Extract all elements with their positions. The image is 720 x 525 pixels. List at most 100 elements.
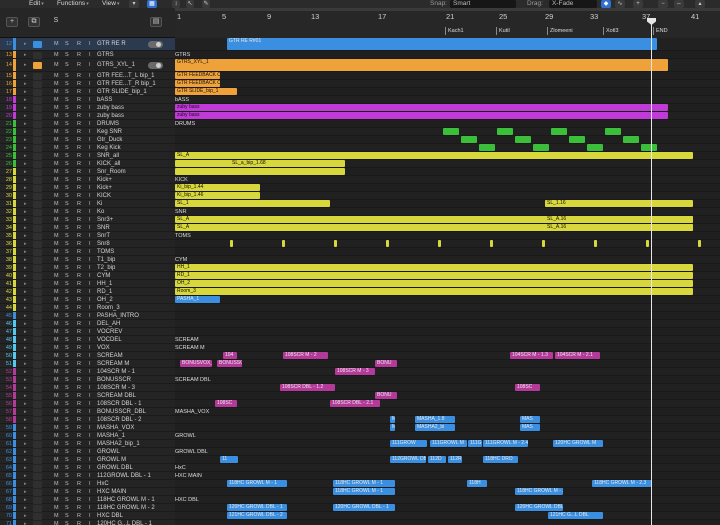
input-monitor-button[interactable]: I	[89, 153, 91, 159]
solo-button[interactable]: S	[65, 185, 69, 191]
mute-button[interactable]: M	[54, 62, 59, 68]
region[interactable]	[542, 240, 545, 247]
track-lane[interactable]	[175, 496, 720, 504]
track-row[interactable]: 45 ▸ M S R I PASHA_INTRO	[0, 312, 175, 320]
disclosure-triangle-icon[interactable]: ▸	[24, 337, 27, 343]
input-monitor-button[interactable]: I	[89, 361, 91, 367]
track-row[interactable]: 44 ▸ M S R I Room_3	[0, 304, 175, 312]
solo-button[interactable]: S	[65, 329, 69, 335]
record-button[interactable]: R	[77, 121, 81, 127]
solo-button[interactable]: S	[65, 409, 69, 415]
track-row[interactable]: 58 ▸ M S R I 108SCR DBL - 2	[0, 416, 175, 424]
region[interactable]: 118HC GROWL M - 2	[515, 488, 563, 495]
mute-button[interactable]: M	[54, 513, 59, 519]
mute-button[interactable]: M	[54, 377, 59, 383]
track-row[interactable]: 48 ▸ M S R I VOCDEL	[0, 336, 175, 344]
solo-button[interactable]: S	[65, 457, 69, 463]
disclosure-triangle-icon[interactable]: ▸	[24, 409, 27, 415]
disclosure-triangle-icon[interactable]: ▸	[24, 449, 27, 455]
input-monitor-button[interactable]: I	[89, 345, 91, 351]
track-row[interactable]: 36 ▸ M S R I Snr8	[0, 240, 175, 248]
track-row[interactable]: 34 ▸ M S R I SNR	[0, 224, 175, 232]
region[interactable]	[461, 136, 477, 143]
region[interactable]	[515, 136, 531, 143]
record-button[interactable]: R	[77, 257, 81, 263]
region[interactable]	[605, 128, 621, 135]
track-lane[interactable]	[175, 320, 720, 328]
mute-button[interactable]: M	[54, 289, 59, 295]
input-monitor-button[interactable]: I	[89, 473, 91, 479]
disclosure-triangle-icon[interactable]: ▸	[24, 161, 27, 167]
disclosure-triangle-icon[interactable]: ▸	[24, 81, 27, 87]
record-button[interactable]: R	[77, 401, 81, 407]
collapse-icon[interactable]: ▴	[695, 0, 705, 8]
disclosure-triangle-icon[interactable]: ▸	[24, 505, 27, 511]
mute-button[interactable]: M	[54, 265, 59, 271]
solo-button[interactable]: S	[65, 385, 69, 391]
record-button[interactable]: R	[77, 497, 81, 503]
disclosure-triangle-icon[interactable]: ▸	[24, 153, 27, 159]
region[interactable]: 118HC DRO	[483, 456, 518, 463]
region[interactable]: GTR FEEDBACK CUT R	[175, 80, 220, 87]
region[interactable]: BONU	[375, 360, 397, 367]
track-row[interactable]: 18 ▸ M S R IbASS	[0, 96, 175, 104]
track-lane[interactable]	[175, 328, 720, 336]
record-button[interactable]: R	[77, 417, 81, 423]
track-row[interactable]: 69 ▸ M S R I 118HC GROWL M - 2	[0, 504, 175, 512]
timeline-ruler[interactable]: 1 5 9 13 17 21 25 29 33 37 41 Kach1 Kuti…	[175, 8, 720, 38]
track-row[interactable]: 47 ▸ M S R I VOCREV	[0, 328, 175, 336]
mute-button[interactable]: M	[54, 273, 59, 279]
disclosure-triangle-icon[interactable]: ▸	[24, 353, 27, 359]
track-row[interactable]: 37 ▸ M S R I TOMS	[0, 248, 175, 256]
record-button[interactable]: R	[77, 185, 81, 191]
catch-button[interactable]: ▾	[129, 0, 139, 8]
mute-button[interactable]: M	[54, 129, 59, 135]
track-row[interactable]: 39 ▸ M S R I T2_bip	[0, 264, 175, 272]
mute-button[interactable]: M	[54, 225, 59, 231]
duplicate-track-button[interactable]: ⧉	[28, 17, 40, 27]
track-lane[interactable]	[175, 352, 720, 360]
track-row[interactable]: 43 ▸ M S R I OH_2	[0, 296, 175, 304]
track-lane[interactable]	[175, 72, 720, 80]
disclosure-triangle-icon[interactable]: ▸	[24, 97, 27, 103]
region[interactable]: MASHA_1.8	[415, 416, 455, 423]
input-monitor-button[interactable]: I	[89, 465, 91, 471]
input-monitor-button[interactable]: I	[89, 265, 91, 271]
disclosure-triangle-icon[interactable]: ▸	[24, 321, 27, 327]
region[interactable]: 108SC	[515, 384, 540, 391]
mute-button[interactable]: M	[54, 521, 59, 525]
record-button[interactable]: R	[77, 217, 81, 223]
input-monitor-button[interactable]: I	[89, 289, 91, 295]
input-monitor-button[interactable]: I	[89, 257, 91, 263]
region[interactable]: SL_A.16	[545, 216, 693, 223]
input-monitor-button[interactable]: I	[89, 433, 91, 439]
record-button[interactable]: R	[77, 233, 81, 239]
input-monitor-button[interactable]: I	[89, 113, 91, 119]
mute-button[interactable]: M	[54, 185, 59, 191]
input-monitor-button[interactable]: I	[89, 233, 91, 239]
track-row[interactable]: 35 ▸ M S R I SnrT	[0, 232, 175, 240]
disclosure-triangle-icon[interactable]: ▸	[24, 513, 27, 519]
region[interactable]: 104SCR M - 2.1	[555, 352, 600, 359]
track-row[interactable]: 54 ▸ M S R I 108SCR M - 3	[0, 384, 175, 392]
disclosure-triangle-icon[interactable]: ▸	[24, 473, 27, 479]
input-monitor-button[interactable]: I	[89, 52, 91, 58]
disclosure-triangle-icon[interactable]: ▸	[24, 345, 27, 351]
disclosure-triangle-icon[interactable]: ▸	[24, 433, 27, 439]
record-button[interactable]: R	[77, 329, 81, 335]
solo-button[interactable]: S	[65, 361, 69, 367]
track-row[interactable]: 56 ▸ M S R I 108SCR DBL - 1	[0, 400, 175, 408]
track-row[interactable]: 65 ▸ M S R I 112GROWL DBL - 1	[0, 472, 175, 480]
region[interactable]: BONUSVOX_	[180, 360, 212, 367]
region[interactable]: M	[390, 416, 395, 423]
mute-button[interactable]: M	[54, 169, 59, 175]
add-track-button[interactable]: +	[6, 17, 18, 27]
arrangement-area[interactable]: GTR RE R#01GTRSGTRS_XYL_1GTR FEEDBACK CU…	[175, 38, 720, 525]
region[interactable]: RD_1	[175, 272, 693, 279]
solo-button[interactable]: S	[65, 273, 69, 279]
input-monitor-button[interactable]: I	[89, 89, 91, 95]
disclosure-triangle-icon[interactable]: ▸	[24, 393, 27, 399]
solo-button[interactable]: S	[65, 73, 69, 79]
mute-button[interactable]: M	[54, 233, 59, 239]
input-monitor-button[interactable]: I	[89, 385, 91, 391]
